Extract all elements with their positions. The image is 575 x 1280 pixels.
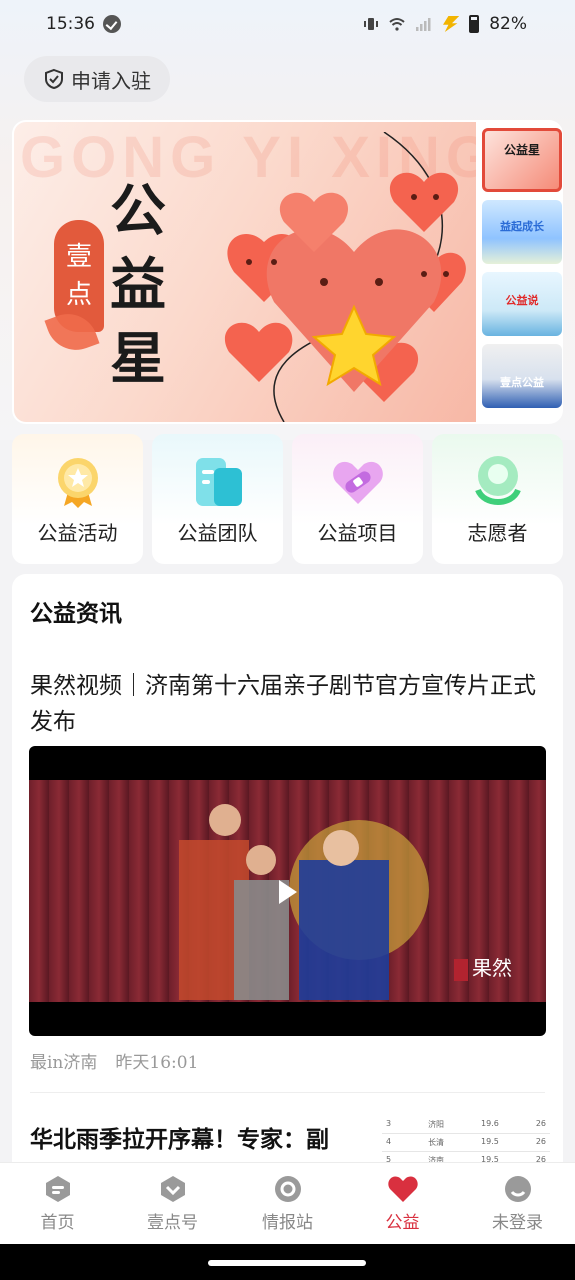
tab-home[interactable]: 首页: [0, 1163, 115, 1244]
tab-not-logged-in[interactable]: 未登录: [460, 1163, 575, 1244]
shield-check-icon: [45, 68, 63, 90]
banner-thumb-label: 益起成长: [500, 220, 544, 233]
quick-entries: 公益活动 公益团队 公益项目 志愿者: [12, 434, 563, 564]
table-row: 3 济阳 19.6 26: [382, 1116, 550, 1134]
radar-icon: [274, 1176, 301, 1202]
tab-charity[interactable]: 公益: [345, 1163, 460, 1244]
tab-label: 未登录: [492, 1213, 543, 1233]
video-watermark: 果然: [454, 952, 512, 981]
table-cell: 19.6: [481, 1119, 499, 1128]
banner-thumb-label: 壹点公益: [500, 376, 544, 389]
banner-thumbnails: 公益星 益起成长 公益说 壹点公益: [482, 128, 562, 416]
apply-join-label: 申请入驻: [71, 68, 151, 93]
medal-icon: [57, 458, 98, 508]
article-time: 昨天16:01: [115, 1053, 199, 1073]
entry-label: 公益项目: [317, 521, 398, 545]
system-nav-bar: [0, 1244, 575, 1280]
news-heading: 公益资讯: [30, 600, 122, 627]
news-section: 公益资讯 果然视频｜济南第十六届亲子剧节官方宣传片正式发布 果然 最in济南 昨…: [12, 574, 563, 1194]
table-cell: 4: [386, 1137, 392, 1146]
table-cell: 3: [386, 1119, 392, 1128]
tab-yidianhao[interactable]: 壹点号: [115, 1163, 230, 1244]
entry-public-teams[interactable]: 公益团队: [152, 434, 283, 564]
article-source[interactable]: 最in济南: [30, 1048, 97, 1073]
status-bar: 15:36 82%: [0, 0, 575, 48]
video-player[interactable]: 果然: [29, 746, 546, 1036]
banner-thumb[interactable]: 公益星: [482, 128, 562, 192]
article-meta: 最in济南 昨天16:01: [30, 1048, 198, 1073]
apply-join-button[interactable]: 申请入驻: [24, 56, 170, 102]
table-cell: 26: [535, 1119, 546, 1128]
battery-percent: 82%: [489, 14, 527, 34]
badge-char-1: 壹: [65, 242, 92, 272]
banner-title-char: 星: [110, 326, 166, 392]
banner-title-char: 公: [110, 178, 166, 244]
tab-info-station[interactable]: 情报站: [230, 1163, 345, 1244]
seal-icon: [454, 958, 468, 981]
status-time: 15:36: [46, 14, 95, 34]
home-icon: [45, 1176, 70, 1202]
banner-thumb[interactable]: 壹点公益: [482, 344, 562, 408]
home-gesture-bar[interactable]: [208, 1260, 366, 1266]
entry-label: 公益活动: [37, 521, 118, 545]
bottom-tab-bar: 首页 壹点号 情报站 公益 未登录: [0, 1162, 575, 1244]
table-cell: 济阳: [428, 1120, 445, 1129]
watermark-text: 果然: [472, 956, 512, 980]
heart-bandage-icon: [332, 461, 383, 504]
banner-title: 公 益 星: [108, 174, 168, 396]
entry-label: 公益团队: [177, 521, 258, 545]
article-title[interactable]: 华北雨季拉开序幕！专家：副: [30, 1122, 350, 1158]
banner-main-slide[interactable]: GONG YI XING 壹 点 公 益 星: [14, 122, 476, 422]
check-icon: [103, 15, 121, 33]
divider: [30, 1092, 545, 1093]
banner-thumb-label: 公益说: [505, 294, 539, 307]
signal-icon: [416, 18, 431, 31]
entry-public-activities[interactable]: 公益活动: [12, 434, 143, 564]
banner-thumb-label: 公益星: [503, 143, 540, 157]
wifi-icon: [389, 18, 405, 31]
entry-label: 志愿者: [467, 521, 528, 545]
table-cell: 19.5: [481, 1137, 499, 1146]
play-icon[interactable]: [279, 880, 297, 904]
heart-icon: [387, 1176, 418, 1202]
tab-label: 壹点号: [147, 1213, 198, 1233]
hearts-star-illustration: [224, 172, 466, 402]
tab-label: 情报站: [262, 1213, 313, 1233]
charging-icon: [443, 16, 460, 32]
table-cell: 26: [535, 1137, 546, 1146]
badge-char-2: 点: [65, 280, 92, 310]
volunteer-icon: [474, 456, 521, 505]
team-cards-icon: [195, 458, 242, 506]
tab-label: 首页: [40, 1213, 75, 1233]
tab-label: 公益: [385, 1213, 420, 1233]
table-cell: 长清: [428, 1138, 445, 1147]
user-icon: [504, 1176, 531, 1202]
heart-shield-icon: [160, 1176, 185, 1202]
table-row: 4 长清 19.5 26: [382, 1134, 550, 1152]
banner-thumb[interactable]: 公益说: [482, 272, 562, 336]
battery-icon: [469, 15, 480, 33]
entry-volunteers[interactable]: 志愿者: [432, 434, 563, 564]
entry-public-projects[interactable]: 公益项目: [292, 434, 423, 564]
vibrate-icon: [364, 18, 379, 30]
banner-thumb[interactable]: 益起成长: [482, 200, 562, 264]
banner-title-char: 益: [110, 252, 166, 318]
banner-carousel[interactable]: GONG YI XING 壹 点 公 益 星 公益星 益起成长 公益说 壹点公益: [12, 120, 563, 424]
article-title[interactable]: 果然视频｜济南第十六届亲子剧节官方宣传片正式发布: [30, 668, 550, 740]
